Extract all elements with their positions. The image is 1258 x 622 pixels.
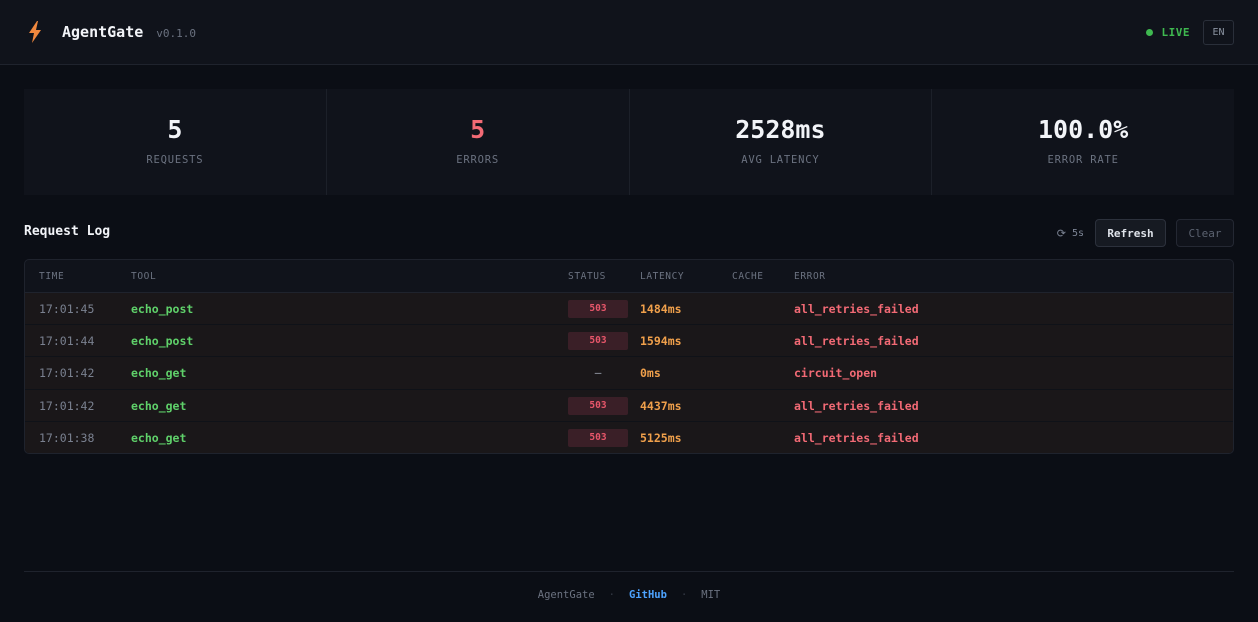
cell-latency: 1594ms	[640, 334, 682, 349]
cell-error: all_retries_failed	[794, 334, 919, 349]
column-header-latency: LATENCY	[640, 271, 685, 282]
table-row[interactable]: 17:01:42 echo_get 503 4437ms all_retries…	[25, 389, 1233, 422]
cell-tool: echo_get	[131, 398, 187, 413]
footer: AgentGate · GitHub · MIT	[0, 589, 1258, 601]
cell-error: all_retries_failed	[794, 430, 919, 445]
app-name: AgentGate	[62, 23, 144, 41]
table-header: TIME TOOL STATUS LATENCY CACHE ERROR	[25, 260, 1233, 293]
cell-latency: 4437ms	[640, 398, 682, 413]
status-empty: –	[594, 366, 602, 380]
stat-label: ERRORS	[456, 154, 499, 166]
column-header-tool: TOOL	[131, 271, 157, 282]
stats-panel: 5 REQUESTS 5 ERRORS 2528ms AVG LATENCY 1…	[24, 89, 1234, 195]
cell-tool: echo_get	[131, 366, 187, 381]
stat-value: 2528ms	[735, 115, 826, 144]
header-status: LIVE EN	[1145, 20, 1234, 45]
stat-value: 100.0%	[1037, 115, 1129, 144]
clear-button[interactable]: Clear	[1176, 219, 1234, 247]
refresh-interval-value: 5s	[1071, 227, 1084, 239]
status-badge: 503	[568, 300, 628, 318]
github-link[interactable]: GitHub	[629, 589, 667, 601]
table-body: 17:01:45 echo_post 503 1484ms all_retrie…	[25, 293, 1233, 453]
stat-value: 5	[167, 115, 183, 144]
status-badge: 503	[568, 332, 628, 351]
cell-error: all_retries_failed	[794, 398, 919, 413]
cell-error: all_retries_failed	[794, 302, 919, 316]
column-header-status: STATUS	[568, 271, 606, 282]
refresh-button[interactable]: Refresh	[1095, 219, 1166, 247]
live-label: LIVE	[1161, 26, 1190, 39]
refresh-interval: ⟳ 5s	[1057, 227, 1084, 240]
cell-status: 503	[568, 300, 628, 318]
column-header-cache: CACHE	[732, 271, 764, 282]
footer-separator: ·	[608, 589, 615, 601]
stat-errors: 5 ERRORS	[327, 89, 630, 195]
live-indicator-icon	[1145, 29, 1153, 36]
footer-divider	[24, 571, 1234, 572]
cell-time: 17:01:45	[39, 302, 95, 316]
table-row[interactable]: 17:01:45 echo_post 503 1484ms all_retrie…	[25, 293, 1233, 326]
cell-time: 17:01:42	[39, 366, 95, 381]
table-row[interactable]: 17:01:44 echo_post 503 1594ms all_retrie…	[25, 325, 1233, 358]
status-badge: 503	[568, 428, 628, 447]
status-badge: 503	[568, 396, 628, 415]
cell-latency: 5125ms	[640, 430, 682, 445]
request-log-table: TIME TOOL STATUS LATENCY CACHE ERROR 17:…	[24, 259, 1234, 454]
lightning-bolt-icon	[28, 21, 46, 43]
language-button[interactable]: EN	[1203, 20, 1234, 45]
stat-value: 5	[470, 115, 486, 144]
stat-error-rate: 100.0% ERROR RATE	[932, 89, 1234, 195]
cell-latency: 1484ms	[640, 302, 682, 316]
cell-time: 17:01:42	[39, 398, 95, 413]
stat-requests: 5 REQUESTS	[24, 89, 327, 195]
cell-status: 503	[568, 396, 628, 415]
cell-latency: 0ms	[640, 366, 661, 381]
footer-separator: ·	[680, 589, 688, 601]
column-header-error: ERROR	[794, 271, 826, 282]
app-header: AgentGate v0.1.0 LIVE EN	[0, 0, 1258, 65]
table-row[interactable]: 17:01:42 echo_get – 0ms circuit_open	[25, 357, 1233, 390]
request-log-title: Request Log	[24, 224, 111, 239]
cell-status: –	[568, 364, 628, 382]
stat-label: REQUESTS	[146, 154, 204, 166]
footer-license: MIT	[701, 589, 721, 601]
table-row[interactable]: 17:01:38 echo_get 503 5125ms all_retries…	[25, 421, 1233, 453]
stat-avg-latency: 2528ms AVG LATENCY	[630, 89, 933, 195]
cell-tool: echo_get	[131, 430, 187, 445]
column-header-time: TIME	[39, 271, 65, 282]
cell-status: 503	[568, 332, 628, 351]
cell-time: 17:01:44	[39, 334, 95, 349]
cell-time: 17:01:38	[39, 430, 95, 445]
cell-tool: echo_post	[131, 334, 194, 349]
refresh-cycle-icon: ⟳	[1056, 226, 1066, 240]
cell-status: 503	[568, 428, 628, 447]
footer-brand: AgentGate	[537, 589, 595, 601]
cell-tool: echo_post	[131, 302, 194, 316]
cell-error: circuit_open	[794, 366, 878, 381]
stat-label: AVG LATENCY	[741, 154, 820, 166]
log-controls: ⟳ 5s Refresh Clear	[1057, 219, 1234, 247]
app-version: v0.1.0	[156, 27, 197, 40]
stat-label: ERROR RATE	[1047, 154, 1119, 166]
